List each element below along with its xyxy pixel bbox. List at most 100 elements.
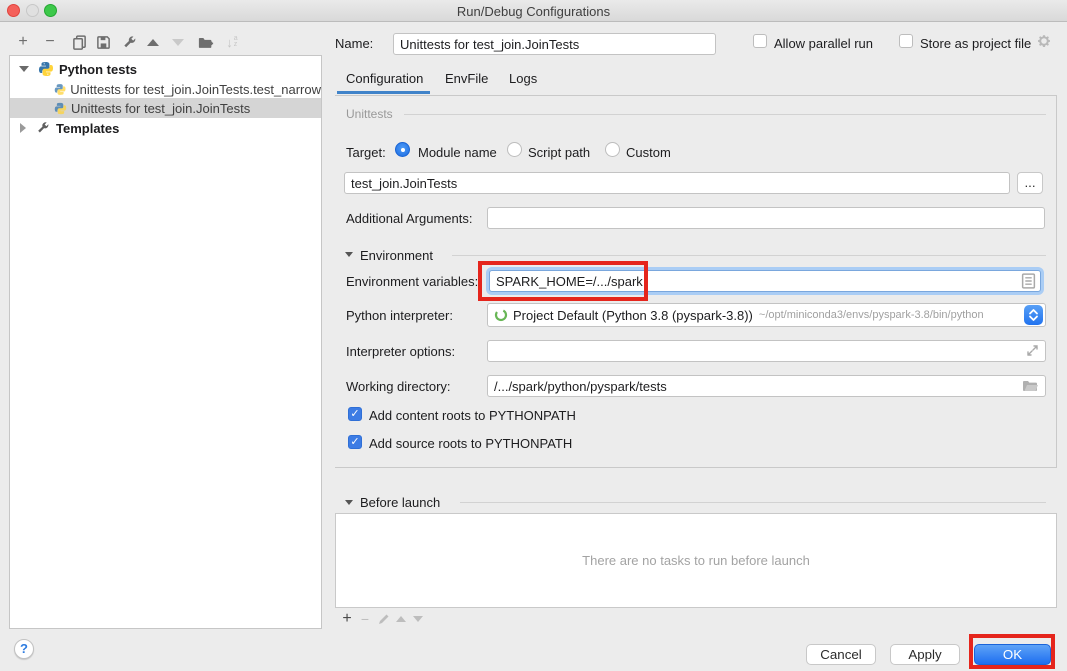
annotation-box-ok-button xyxy=(969,634,1055,669)
triangle-down-icon xyxy=(172,39,184,46)
tree-item-unittests-test-narrow[interactable]: Unittests for test_join.JoinTests.test_n… xyxy=(10,79,321,99)
edit-env-vars-icon[interactable] xyxy=(1021,273,1036,289)
tree-item-label: Unittests for test_join.JoinTests xyxy=(71,101,250,116)
tab-logs[interactable]: Logs xyxy=(509,71,537,91)
section-divider xyxy=(452,255,1046,256)
move-up-icon[interactable] xyxy=(144,33,162,51)
target-label: Target: xyxy=(346,145,386,160)
name-input[interactable] xyxy=(393,33,716,55)
python-interpreter-label: Python interpreter: xyxy=(346,308,453,323)
allow-parallel-run-checkbox[interactable] xyxy=(753,34,767,48)
wrench-icon xyxy=(122,35,137,50)
tree-item-templates[interactable]: Templates xyxy=(10,118,321,138)
interpreter-value: Project Default (Python 3.8 (pyspark-3.8… xyxy=(513,308,753,323)
triangle-up-icon xyxy=(147,39,159,46)
interpreter-path: ~/opt/miniconda3/envs/pyspark-3.8/bin/py… xyxy=(759,309,984,321)
plus-icon: + xyxy=(342,610,351,628)
checkmark-icon: ✓ xyxy=(350,408,359,420)
minus-icon: − xyxy=(361,611,369,627)
store-as-project-file-label: Store as project file xyxy=(920,36,1031,51)
sort-configurations-icon[interactable]: ↓ az xyxy=(223,33,241,51)
copy-configuration-icon[interactable] xyxy=(70,33,88,51)
folder-plus-icon xyxy=(198,35,214,50)
additional-arguments-label: Additional Arguments: xyxy=(346,211,472,226)
window-title: Run/Debug Configurations xyxy=(0,4,1067,19)
cancel-button[interactable]: Cancel xyxy=(806,644,876,665)
interpreter-dropdown-arrows-icon[interactable] xyxy=(1024,305,1043,325)
interpreter-options-label: Interpreter options: xyxy=(346,344,455,359)
tree-item-python-tests[interactable]: Python tests xyxy=(10,59,321,79)
conda-env-icon xyxy=(494,308,508,322)
python-interpreter-select[interactable]: Project Default (Python 3.8 (pyspark-3.8… xyxy=(487,303,1046,327)
annotation-box-env-vars xyxy=(478,261,648,301)
browse-folder-icon[interactable] xyxy=(1022,379,1038,392)
create-folder-icon[interactable] xyxy=(197,33,215,51)
save-icon xyxy=(96,35,111,50)
checkmark-icon: ✓ xyxy=(350,436,359,448)
tree-item-unittests-jointests-selected[interactable]: Unittests for test_join.JoinTests xyxy=(10,98,321,118)
unittests-group-label: Unittests xyxy=(346,107,393,121)
group-divider xyxy=(404,114,1046,115)
target-custom-label: Custom xyxy=(626,145,671,160)
triangle-down-icon xyxy=(413,616,423,622)
allow-parallel-run-label: Allow parallel run xyxy=(774,36,873,51)
triangle-up-icon xyxy=(396,616,406,622)
question-icon: ? xyxy=(20,641,28,656)
edit-task-icon[interactable] xyxy=(376,611,392,627)
python-icon xyxy=(54,83,66,96)
additional-arguments-input[interactable] xyxy=(487,207,1045,229)
sort-arrow-icon: ↓ xyxy=(226,35,233,50)
environment-header: Environment xyxy=(360,248,433,263)
tree-item-label: Unittests for test_join.JoinTests.test_n… xyxy=(70,82,321,97)
remove-configuration-icon[interactable]: − xyxy=(41,33,59,51)
wrench-icon xyxy=(36,121,50,135)
interpreter-options-input[interactable] xyxy=(487,340,1046,362)
sort-az-icon: az xyxy=(234,36,238,48)
expand-field-icon[interactable] xyxy=(1026,344,1039,357)
move-task-down-icon[interactable] xyxy=(410,611,426,627)
add-task-icon[interactable]: + xyxy=(339,611,355,627)
section-divider xyxy=(460,502,1046,503)
working-directory-input[interactable] xyxy=(487,375,1046,397)
copy-icon xyxy=(72,35,87,50)
target-script-path-label: Script path xyxy=(528,145,590,160)
configurations-tree: Python tests Unittests for test_join.Joi… xyxy=(9,55,322,629)
save-configuration-icon[interactable] xyxy=(94,33,112,51)
environment-collapse-icon[interactable] xyxy=(345,252,353,257)
tree-item-label: Python tests xyxy=(59,62,137,77)
add-source-roots-label: Add source roots to PYTHONPATH xyxy=(369,436,572,451)
before-launch-task-list: There are no tasks to run before launch xyxy=(335,513,1057,608)
edit-templates-icon[interactable] xyxy=(120,33,138,51)
target-custom-radio[interactable] xyxy=(605,142,620,157)
tab-configuration[interactable]: Configuration xyxy=(346,71,423,91)
before-launch-collapse-icon[interactable] xyxy=(345,500,353,505)
browse-target-button[interactable]: ... xyxy=(1017,172,1043,194)
target-module-input[interactable] xyxy=(344,172,1010,194)
add-source-roots-checkbox[interactable]: ✓ xyxy=(348,435,362,449)
move-task-up-icon[interactable] xyxy=(393,611,409,627)
target-module-name-radio[interactable] xyxy=(395,142,410,157)
help-button[interactable]: ? xyxy=(14,639,34,659)
store-as-project-file-checkbox[interactable] xyxy=(899,34,913,48)
remove-task-icon[interactable]: − xyxy=(357,611,373,627)
add-content-roots-checkbox[interactable]: ✓ xyxy=(348,407,362,421)
caret-closed-icon[interactable] xyxy=(20,123,26,133)
before-launch-empty-text: There are no tasks to run before launch xyxy=(582,553,810,568)
target-module-name-label: Module name xyxy=(418,145,497,160)
apply-button[interactable]: Apply xyxy=(890,644,960,665)
tree-item-label: Templates xyxy=(56,121,119,136)
tab-envfile[interactable]: EnvFile xyxy=(445,71,488,91)
store-options-gear-icon[interactable] xyxy=(1036,33,1052,49)
name-label: Name: xyxy=(335,36,373,51)
python-icon xyxy=(38,61,54,77)
environment-variables-label: Environment variables: xyxy=(346,274,478,289)
target-script-path-radio[interactable] xyxy=(507,142,522,157)
add-content-roots-label: Add content roots to PYTHONPATH xyxy=(369,408,576,423)
caret-open-icon[interactable] xyxy=(19,66,29,72)
add-configuration-icon[interactable]: + xyxy=(14,33,32,51)
titlebar: Run/Debug Configurations xyxy=(0,0,1067,22)
move-down-icon[interactable] xyxy=(169,33,187,51)
active-tab-underline xyxy=(337,91,430,94)
pencil-icon xyxy=(378,613,390,625)
python-icon xyxy=(54,102,67,115)
